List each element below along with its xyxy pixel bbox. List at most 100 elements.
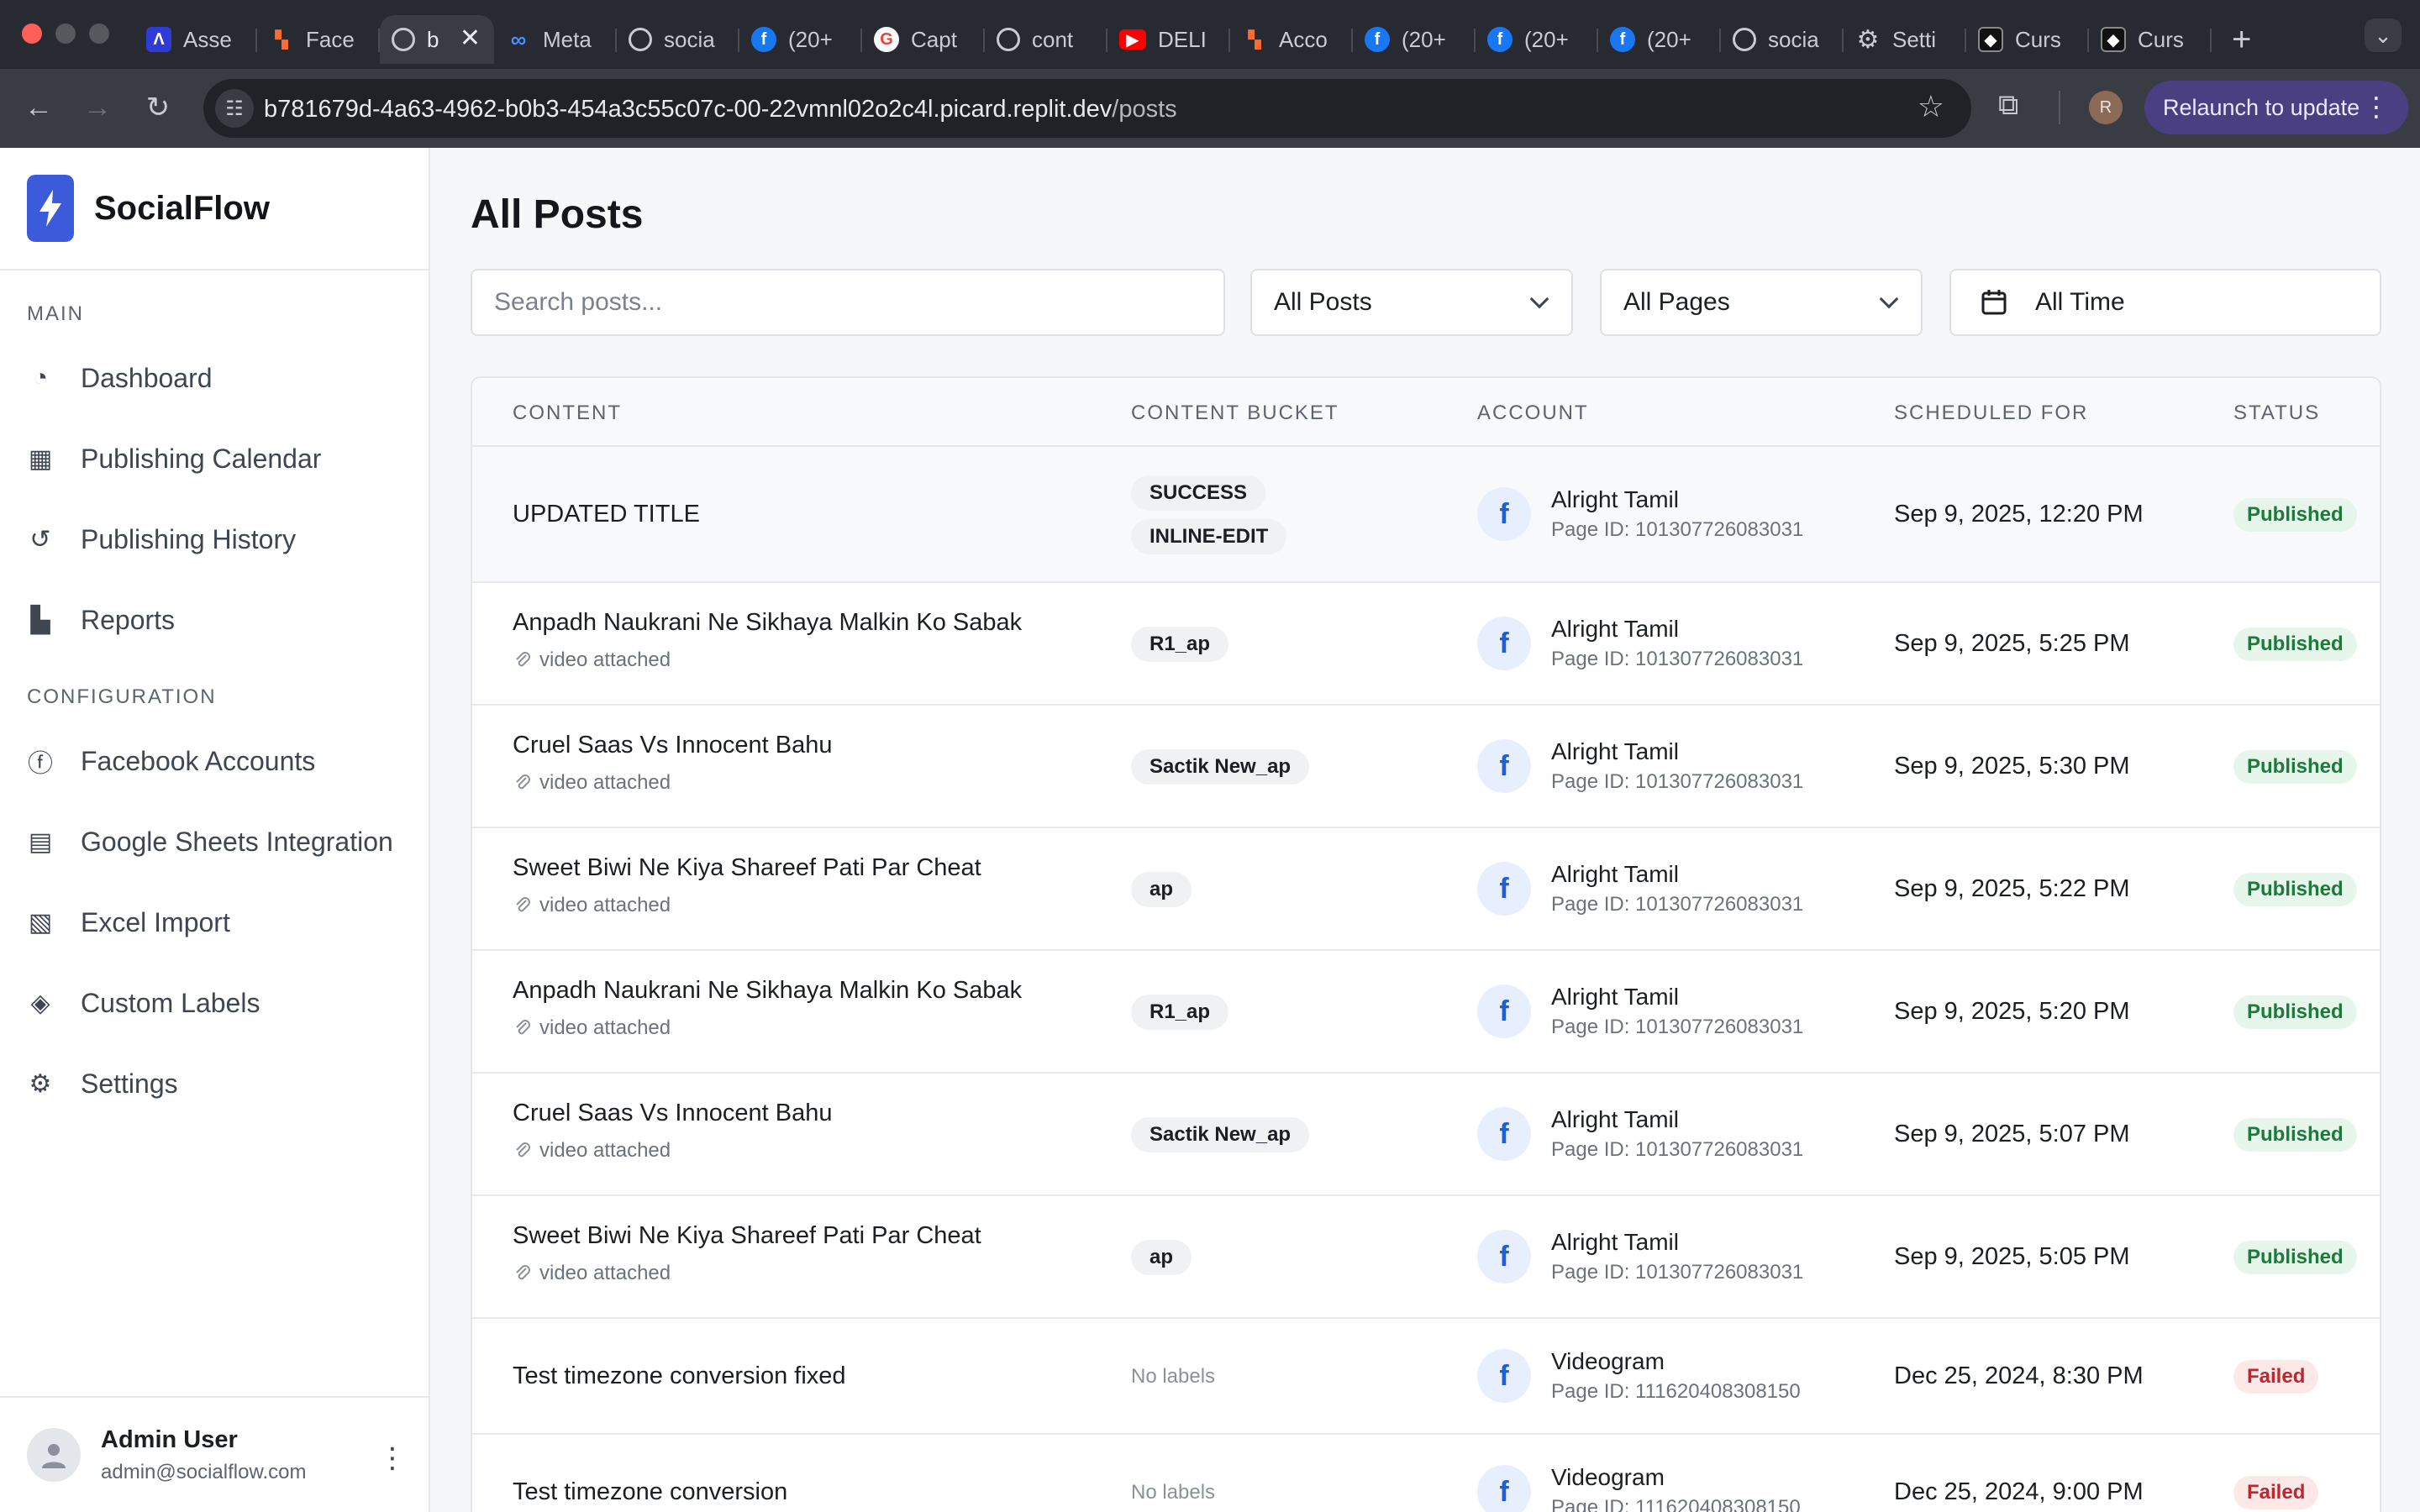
content-bucket: ap	[1131, 1240, 1192, 1275]
chevron-down-icon	[1879, 289, 1899, 309]
browser-tab[interactable]: socia	[1721, 15, 1844, 64]
reload-icon[interactable]: ↻	[139, 89, 176, 126]
maximize-window-button[interactable]	[89, 24, 109, 44]
sidebar-item-excel-import[interactable]: ▧ Excel Import	[0, 882, 429, 963]
browser-tab[interactable]: socia	[617, 15, 739, 64]
date-range-picker[interactable]: All Time	[1949, 269, 2381, 336]
orange-icon: ▚	[275, 30, 288, 50]
browser-tab[interactable]: ∞ Meta	[494, 15, 617, 64]
sidebar-item-label: Excel Import	[81, 906, 230, 937]
table-row[interactable]: Test timezone conversion No labels f Videog…	[472, 1435, 2380, 1512]
table-row[interactable]: Anpadh Naukrani Ne Sikhaya Malkin Ko Sab…	[472, 951, 2380, 1074]
facebook-icon: f	[1477, 1349, 1531, 1403]
post-title[interactable]: Sweet Biwi Ne Kiya Shareef Pati Par Chea…	[513, 854, 981, 882]
browser-tab[interactable]: Λ Asse	[134, 15, 257, 64]
tab-title: b	[427, 26, 439, 52]
label-chip[interactable]: SUCCESS	[1131, 475, 1266, 511]
forward-arrow-icon[interactable]: →	[79, 89, 116, 126]
back-arrow-icon[interactable]: ←	[20, 89, 57, 126]
minimize-window-button[interactable]	[55, 24, 76, 44]
label-chip[interactable]: R1_ap	[1131, 627, 1229, 662]
table-row[interactable]: Sweet Biwi Ne Kiya Shareef Pati Par Chea…	[472, 828, 2380, 951]
new-tab-icon[interactable]: +	[2232, 21, 2251, 59]
search-input[interactable]: Search posts...	[471, 269, 1225, 336]
browser-tab[interactable]: G Capt	[862, 15, 985, 64]
sidebar-item-label: Reports	[81, 604, 176, 635]
post-title[interactable]: Cruel Saas Vs Innocent Bahu	[513, 732, 832, 759]
label-chip[interactable]: ap	[1131, 872, 1192, 907]
header-status[interactable]: STATUS	[2233, 402, 2320, 425]
profile-avatar[interactable]: R	[2089, 91, 2123, 124]
browser-tab[interactable]: f (20+	[1353, 15, 1476, 64]
sidebar-item-publishing-calendar[interactable]: ▦ Publishing Calendar	[0, 418, 429, 499]
browser-tab[interactable]: ◆ Curs	[2089, 15, 2212, 64]
chevron-down-icon	[1529, 289, 1549, 309]
post-title[interactable]: Cruel Saas Vs Innocent Bahu	[513, 1100, 832, 1127]
post-title[interactable]: Test timezone conversion fixed	[513, 1362, 846, 1390]
browser-tab[interactable]: ▚ Acco	[1230, 15, 1353, 64]
globe-icon	[1733, 28, 1756, 51]
table-row[interactable]: Cruel Saas Vs Innocent Bahu video attache…	[472, 706, 2380, 828]
browser-tab[interactable]: cont	[985, 15, 1107, 64]
user-profile[interactable]: Admin User admin@socialflow.com ⋮	[0, 1396, 429, 1512]
browser-tab[interactable]: ▶ DELI	[1107, 15, 1230, 64]
relaunch-button[interactable]: Relaunch to update ⋮	[2144, 81, 2408, 134]
sidebar-item-dashboard[interactable]: ◔ Dashboard	[0, 338, 429, 418]
browser-tab[interactable]: ▚ Face	[257, 15, 380, 64]
table-row[interactable]: Anpadh Naukrani Ne Sikhaya Malkin Ko Sab…	[472, 583, 2380, 706]
browser-tab[interactable]: ⚙ Setti	[1844, 15, 1966, 64]
close-window-button[interactable]	[22, 24, 42, 44]
table-row[interactable]: Cruel Saas Vs Innocent Bahu video attache…	[472, 1074, 2380, 1196]
table-row[interactable]: Test timezone conversion fixed No labels f…	[472, 1319, 2380, 1435]
browser-tab[interactable]: f (20+	[1598, 15, 1721, 64]
browser-tab[interactable]: b ✕	[380, 15, 494, 64]
table-header: CONTENT CONTENT BUCKET ACCOUNT SCHEDULED…	[472, 378, 2380, 447]
post-title[interactable]: Anpadh Naukrani Ne Sikhaya Malkin Ko Sab…	[513, 609, 1022, 637]
post-title[interactable]: Test timezone conversion	[513, 1478, 787, 1506]
user-menu-icon[interactable]: ⋮	[378, 1441, 407, 1475]
scheduled-time: Sep 9, 2025, 5:30 PM	[1894, 753, 2130, 780]
more-vert-icon[interactable]: ⋮	[2363, 91, 2390, 123]
sidebar-item-custom-labels[interactable]: ◈ Custom Labels	[0, 963, 429, 1043]
sidebar-item-google-sheets-integration[interactable]: ▤ Google Sheets Integration	[0, 801, 429, 882]
no-labels-text: No labels	[1131, 1365, 1216, 1388]
label-chip[interactable]: ap	[1131, 1240, 1192, 1275]
url-text[interactable]: b781679d-4a63-4962-b0b3-454a3c55c07c-00-…	[264, 96, 1177, 123]
post-title[interactable]: Anpadh Naukrani Ne Sikhaya Malkin Ko Sab…	[513, 977, 1022, 1005]
browser-tab[interactable]: f (20+	[739, 15, 862, 64]
label-chip[interactable]: Sactik New_ap	[1131, 1117, 1310, 1152]
globe-icon	[997, 28, 1020, 51]
post-title[interactable]: UPDATED TITLE	[513, 501, 700, 528]
tab-title: Meta	[543, 26, 592, 52]
address-bar[interactable]: ☷ b781679d-4a63-4962-b0b3-454a3c55c07c-0…	[203, 79, 1971, 138]
header-content-bucket[interactable]: CONTENT BUCKET	[1131, 402, 1339, 425]
header-content[interactable]: CONTENT	[513, 402, 622, 425]
browser-tab[interactable]: f (20+	[1476, 15, 1598, 64]
header-account[interactable]: ACCOUNT	[1477, 402, 1589, 425]
tab-search-button[interactable]: ⌄	[2365, 18, 2402, 52]
site-info-icon[interactable]: ☷	[215, 89, 254, 128]
label-chip[interactable]: R1_ap	[1131, 995, 1229, 1030]
post-filter-select[interactable]: All Posts	[1250, 269, 1573, 336]
content-bucket: R1_ap	[1131, 995, 1229, 1030]
tab-title: Asse	[183, 26, 232, 52]
table-row[interactable]: UPDATED TITLE SUCCESS INLINE-EDIT f Alright …	[472, 447, 2380, 583]
sidebar-item-reports[interactable]: ▙ Reports	[0, 580, 429, 660]
post-content: Sweet Biwi Ne Kiya Shareef Pati Par Chea…	[513, 1222, 981, 1285]
paperclip-icon	[513, 1263, 533, 1284]
header-scheduled-for[interactable]: SCHEDULED FOR	[1894, 402, 2088, 425]
page-filter-select[interactable]: All Pages	[1600, 269, 1923, 336]
label-chip[interactable]: INLINE-EDIT	[1131, 519, 1287, 554]
browser-tab[interactable]: ◆ Curs	[1966, 15, 2089, 64]
sidebar-item-facebook-accounts[interactable]: ⓕ Facebook Accounts	[0, 721, 429, 801]
close-tab-icon[interactable]: ✕	[460, 24, 481, 53]
post-title[interactable]: Sweet Biwi Ne Kiya Shareef Pati Par Chea…	[513, 1222, 981, 1250]
sidebar-item-publishing-history[interactable]: ↺ Publishing History	[0, 499, 429, 580]
bookmark-star-icon[interactable]: ☆	[1918, 89, 1944, 124]
extensions-icon[interactable]: ⧉	[1998, 89, 2018, 122]
attachment-indicator: video attached	[513, 771, 832, 795]
table-row[interactable]: Sweet Biwi Ne Kiya Shareef Pati Par Chea…	[472, 1196, 2380, 1319]
sidebar-item-settings[interactable]: ⚙ Settings	[0, 1043, 429, 1124]
label-chip[interactable]: Sactik New_ap	[1131, 749, 1310, 785]
status-cell: Published	[2233, 750, 2357, 784]
